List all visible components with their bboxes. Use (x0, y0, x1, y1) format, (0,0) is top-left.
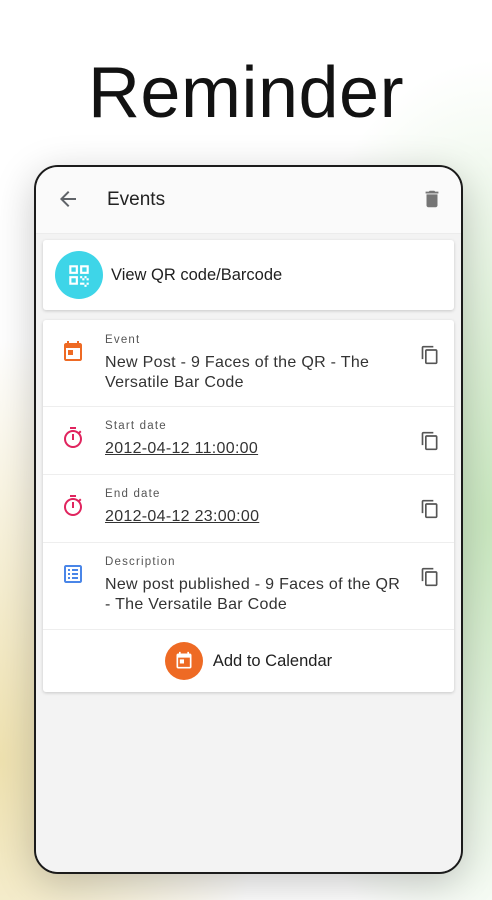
event-details-card: Event New Post - 9 Faces of the QR - The… (43, 320, 454, 692)
description-label: Description (105, 556, 176, 568)
start-date-value[interactable]: 2012-04-12 11:00:00 (105, 439, 405, 459)
event-value: New Post - 9 Faces of the QR - The Versa… (105, 354, 370, 391)
trash-icon[interactable] (421, 187, 443, 211)
event-row: Event New Post - 9 Faces of the QR - The… (43, 320, 454, 407)
view-qr-label: View QR code/Barcode (111, 265, 283, 284)
calendar-icon (176, 651, 192, 669)
qr-badge (55, 251, 103, 299)
content-area: View QR code/Barcode Event New Post - 9 … (36, 234, 461, 872)
end-date-label: End date (105, 488, 161, 500)
description-value: New post published - 9 Faces of the QR -… (105, 576, 401, 613)
promo-title: Reminder (87, 53, 405, 133)
end-date-value[interactable]: 2012-04-12 23:00:00 (105, 507, 405, 527)
view-qr-button[interactable]: View QR code/Barcode (43, 240, 454, 310)
screen-title: Events (107, 189, 166, 210)
calendar-icon (64, 341, 82, 361)
list-icon (64, 565, 82, 583)
app-bar: Events (36, 167, 461, 234)
event-label: Event (105, 334, 141, 346)
phone-frame: Events View QR code/Barcode Event New Po… (34, 165, 463, 874)
qr-code-icon (69, 265, 89, 287)
copy-icon[interactable] (420, 345, 440, 365)
start-date-row: Start date 2012-04-12 11:00:00 (43, 407, 454, 475)
timer-icon (64, 427, 82, 448)
copy-icon[interactable] (420, 499, 440, 519)
copy-icon[interactable] (420, 431, 440, 451)
back-arrow-icon[interactable] (56, 187, 80, 211)
timer-icon (64, 495, 82, 516)
add-to-calendar-button[interactable]: Add to Calendar (43, 630, 454, 692)
start-date-label: Start date (105, 420, 167, 432)
end-date-row: End date 2012-04-12 23:00:00 (43, 475, 454, 543)
add-to-calendar-label: Add to Calendar (212, 651, 333, 670)
add-calendar-badge (164, 642, 203, 680)
copy-icon[interactable] (420, 567, 440, 587)
description-row: Description New post published - 9 Faces… (43, 543, 454, 630)
